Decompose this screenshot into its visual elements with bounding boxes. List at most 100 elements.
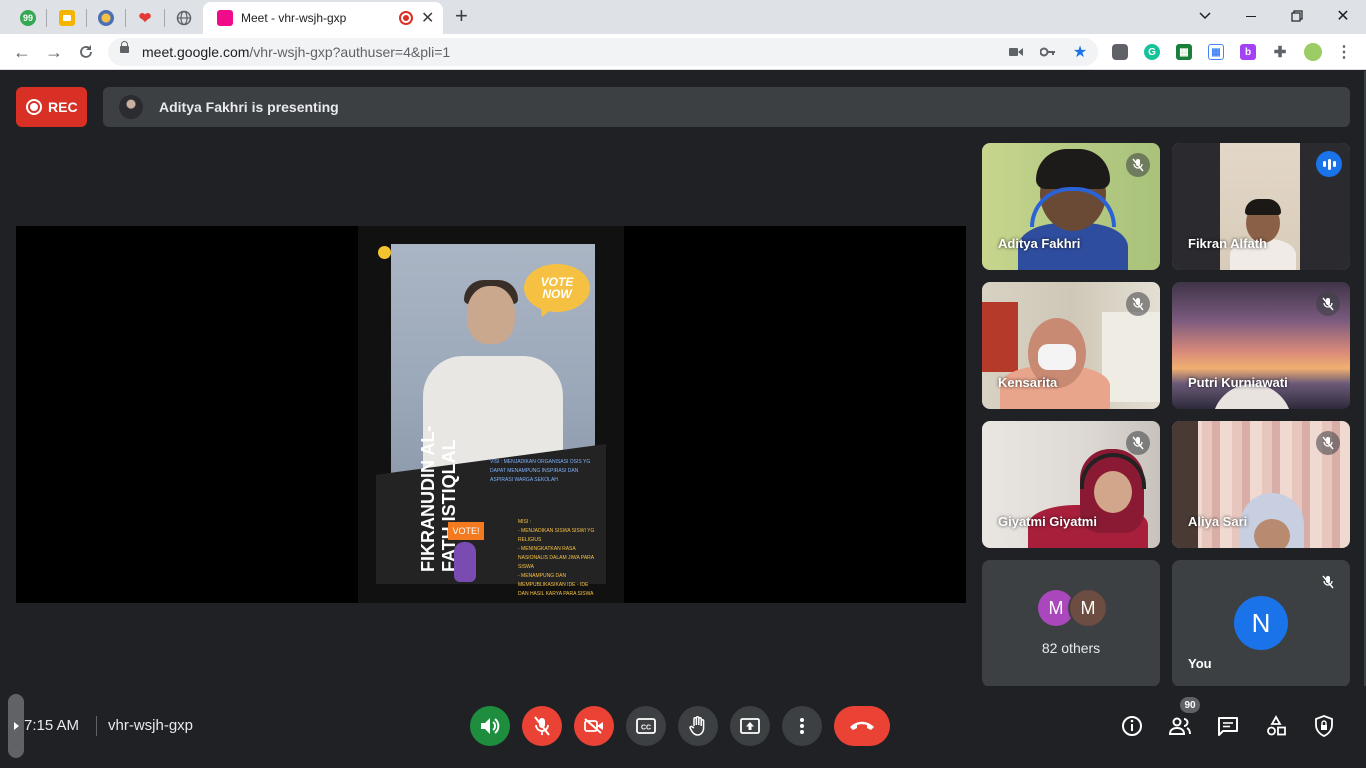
participant-tile[interactable]: Aliya Sari — [1172, 421, 1350, 548]
grid-extension-icon[interactable]: ▦ — [1208, 44, 1224, 60]
captions-button[interactable]: CC — [626, 706, 666, 746]
camera-in-use-icon[interactable] — [1008, 44, 1024, 60]
bookmark-99-icon: 99 — [20, 10, 36, 26]
tab-separator — [125, 9, 126, 27]
meet-favicon — [217, 10, 233, 26]
participant-name: Fikran Alfath — [1188, 236, 1267, 251]
profile-avatar[interactable] — [1304, 43, 1322, 61]
others-tile[interactable]: M M 82 others — [982, 560, 1160, 687]
hand-icon — [689, 716, 705, 736]
pinned-tab-99[interactable]: 99 — [10, 4, 46, 32]
tab-search-icon[interactable] — [1182, 4, 1228, 28]
participant-tile[interactable]: Aditya Fakhri — [982, 143, 1160, 270]
people-count-badge: 90 — [1180, 697, 1200, 713]
classroom-icon — [59, 10, 75, 26]
close-tab-icon[interactable]: ✕ — [421, 8, 434, 28]
active-tab[interactable]: Meet - vhr-wsjh-gxp ✕ — [203, 2, 443, 34]
pinned-tab-heart[interactable]: ❤ — [127, 4, 163, 32]
heart-icon: ❤ — [138, 10, 152, 27]
participant-tile[interactable]: Putri Kurniawati — [1172, 282, 1350, 409]
speaker-button[interactable] — [470, 706, 510, 746]
speaker-icon — [481, 718, 500, 734]
puzzle-icon[interactable]: ✚ — [1272, 44, 1288, 61]
mascot-illustration — [454, 542, 476, 582]
meeting-code: vhr-wsjh-gxp — [108, 717, 194, 734]
recording-indicator-icon — [399, 11, 413, 25]
browser-tab-strip: 99 ❤ Meet - vhr-wsjh-gxp ✕ + ✕ — [0, 0, 1366, 34]
tab-separator — [86, 9, 87, 27]
reload-icon[interactable] — [74, 40, 98, 64]
browser-toolbar: ← → meet.google.com/vhr-wsjh-gxp?authuse… — [0, 34, 1366, 70]
tab-title: Meet - vhr-wsjh-gxp — [241, 11, 347, 25]
globe-icon — [176, 10, 192, 26]
microphone-toggle[interactable] — [522, 706, 562, 746]
presented-poster: VOTE NOW FIKRANUDIN AL- FATH ISTIQLAL VI… — [358, 226, 624, 603]
tab-separator — [46, 9, 47, 27]
poster-misi-text: MISI : - MENJADIKAN SISWA SISWI YG RELIG… — [518, 519, 595, 597]
participant-avatar: M — [1070, 590, 1106, 626]
participant-name: Giyatmi Giyatmi — [998, 514, 1097, 529]
camera-toggle[interactable] — [574, 706, 614, 746]
participant-tile[interactable]: Kensarita — [982, 282, 1160, 409]
more-options-button[interactable] — [782, 706, 822, 746]
host-controls-button[interactable] — [1310, 712, 1338, 740]
muted-mic-icon — [1316, 570, 1340, 594]
back-icon[interactable]: ← — [10, 40, 34, 64]
tab-separator — [164, 9, 165, 27]
mic-off-icon — [534, 716, 550, 736]
extension-chat-icon[interactable] — [1112, 44, 1128, 60]
browser-menu-icon[interactable]: ⋮ — [1336, 44, 1352, 61]
poster-visi-text: VISI : MENJADIKAN ORGANISASI OSIS YG DAP… — [490, 459, 591, 483]
restore-icon[interactable] — [1274, 4, 1320, 28]
poster-decoration-dot — [378, 246, 391, 259]
participant-name: You — [1188, 656, 1212, 671]
new-tab-button[interactable]: + — [455, 4, 468, 28]
raise-hand-button[interactable] — [678, 706, 718, 746]
activities-button[interactable] — [1262, 712, 1290, 740]
grammarly-icon[interactable]: G — [1144, 44, 1160, 60]
people-button[interactable] — [1166, 712, 1194, 740]
key-icon[interactable] — [1040, 44, 1056, 60]
shield-lock-icon — [1315, 715, 1333, 737]
meeting-time: 7:15 AM — [24, 717, 80, 734]
pinned-tab-globe[interactable] — [166, 4, 202, 32]
participant-name: Putri Kurniawati — [1188, 375, 1288, 390]
chat-button[interactable] — [1214, 712, 1242, 740]
expand-panel-handle[interactable] — [8, 694, 24, 758]
b-extension-icon[interactable]: b — [1240, 44, 1256, 60]
recording-label: REC — [48, 99, 78, 115]
lock-icon[interactable] — [120, 41, 129, 53]
school-logo-icon — [98, 10, 114, 26]
participant-tile[interactable]: Giyatmi Giyatmi — [982, 421, 1160, 548]
participant-name: Aliya Sari — [1188, 514, 1248, 529]
participant-name: Aditya Fakhri — [998, 236, 1081, 251]
pinned-tab-school[interactable] — [88, 4, 124, 32]
candidate-name: FIKRANUDIN AL- FATH ISTIQLAL — [418, 425, 459, 572]
muted-mic-icon — [1126, 153, 1150, 177]
vote-now-bubble: VOTE NOW — [524, 264, 590, 312]
presenter-avatar — [119, 95, 143, 119]
captions-icon: CC — [636, 718, 656, 734]
pinned-tab-classroom[interactable] — [49, 4, 85, 32]
participant-tile-speaking[interactable]: Fikran Alfath — [1172, 143, 1350, 270]
vote-sign: VOTE! — [448, 522, 484, 540]
leave-call-button[interactable] — [834, 706, 890, 746]
self-avatar: N — [1234, 596, 1288, 650]
minimize-icon[interactable] — [1228, 4, 1274, 28]
forward-icon[interactable]: → — [42, 40, 66, 64]
meeting-details-button[interactable] — [1118, 712, 1146, 740]
bookmark-star-icon[interactable]: ★ — [1072, 44, 1088, 61]
camera-off-icon — [584, 718, 603, 734]
recording-button[interactable]: REC — [16, 87, 87, 127]
muted-mic-icon — [1126, 431, 1150, 455]
more-vert-icon — [800, 718, 804, 734]
participant-avatar: M — [1038, 590, 1074, 626]
present-now-button[interactable] — [730, 706, 770, 746]
people-icon — [1168, 717, 1191, 735]
presenting-text: Aditya Fakhri is presenting — [159, 99, 339, 115]
self-tile[interactable]: N You — [1172, 560, 1350, 687]
muted-mic-icon — [1316, 431, 1340, 455]
sheets-extension-icon[interactable]: ▦ — [1176, 44, 1192, 60]
address-bar[interactable]: meet.google.com/vhr-wsjh-gxp?authuser=4&… — [108, 38, 1098, 66]
window-close-icon[interactable]: ✕ — [1320, 4, 1366, 28]
